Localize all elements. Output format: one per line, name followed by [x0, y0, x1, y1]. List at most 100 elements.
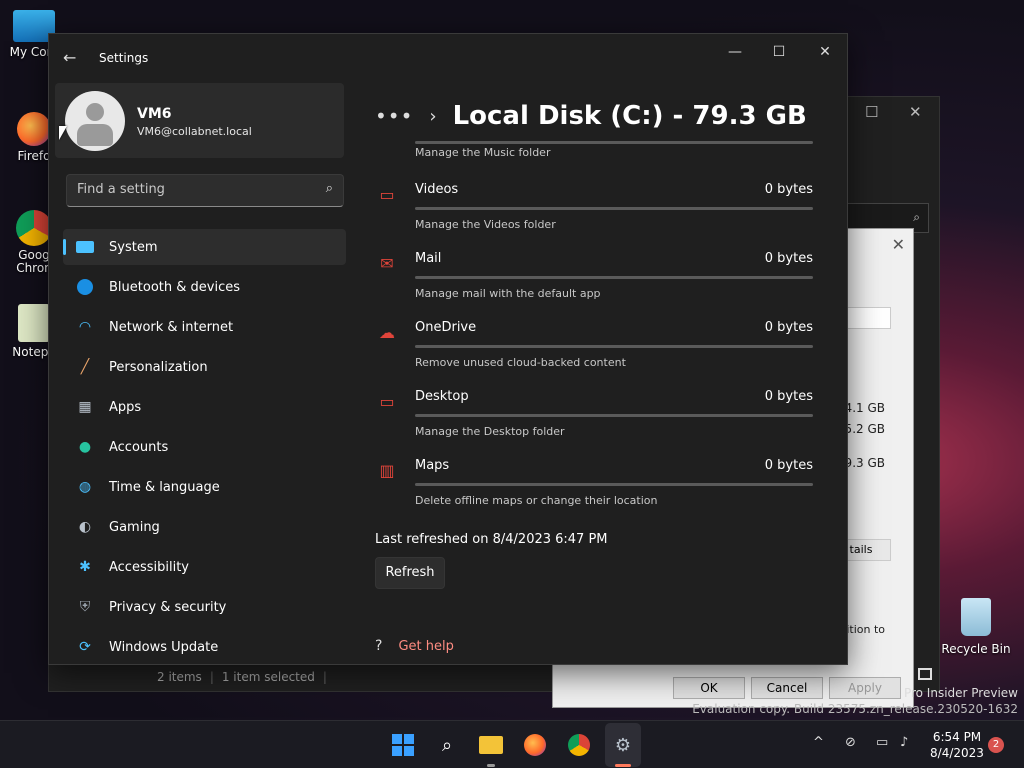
back-arrow-icon[interactable]: ←	[63, 48, 76, 67]
notepad-icon	[18, 304, 50, 342]
close-icon[interactable]: ✕	[815, 44, 835, 60]
person-icon: ●	[78, 439, 92, 455]
mouse-cursor	[59, 126, 67, 140]
apply-button[interactable]: Apply	[829, 677, 901, 699]
firefox-icon	[17, 112, 51, 146]
clock[interactable]: 6:54 PM 8/4/2023	[928, 729, 986, 761]
title-bar[interactable]: ← Settings — ☐ ✕	[49, 34, 847, 82]
close-icon[interactable]: ✕	[892, 235, 905, 254]
usage-bar	[415, 414, 813, 417]
profile-email: VM6@collabnet.local	[137, 125, 252, 138]
brush-icon: ╱	[80, 359, 90, 375]
status-items: 2 items	[157, 670, 202, 684]
explorer-status-bar: 2 items | 1 item selected |	[157, 670, 327, 684]
clock-date: 8/4/2023	[930, 746, 984, 760]
storage-category-list: ▭ Videos 0 bytes Manage the Videos folde…	[375, 178, 823, 523]
desktop-icon-recycle-bin[interactable]: Recycle Bin	[940, 598, 1012, 656]
chevron-up-icon[interactable]: ^	[813, 735, 824, 750]
chrome-icon[interactable]	[565, 731, 593, 759]
usage-bar	[415, 207, 813, 210]
sidebar-item-bluetooth[interactable]: Bluetooth & devices	[63, 269, 346, 305]
globe-clock-icon: ◍	[78, 479, 92, 495]
storage-category-onedrive[interactable]: ☁ OneDrive 0 bytes Remove unused cloud-b…	[375, 316, 823, 385]
chrome-icon	[16, 210, 52, 246]
storage-category-desktop[interactable]: ▭ Desktop 0 bytes Manage the Desktop fol…	[375, 385, 823, 454]
controller-icon: ◐	[78, 519, 92, 535]
profile-name: VM6	[137, 106, 172, 122]
search-icon[interactable]: ⌕	[433, 731, 461, 759]
ok-button[interactable]: OK	[673, 677, 745, 699]
last-refreshed-text: Last refreshed on 8/4/2023 6:47 PM	[375, 532, 608, 547]
profile-card[interactable]: VM6 VM6@collabnet.local	[55, 83, 344, 158]
cloud-icon: ☁	[379, 322, 395, 342]
status-selected: 1 item selected	[221, 670, 315, 684]
recycle-bin-icon	[961, 598, 991, 636]
watermark-line1: Pro Insider Preview	[903, 686, 1018, 700]
map-icon: ▥	[379, 460, 395, 480]
search-icon: ⌕	[325, 181, 333, 196]
sidebar-item-privacy-security[interactable]: ⛨ Privacy & security	[63, 589, 346, 625]
storage-category-mail[interactable]: ✉ Mail 0 bytes Manage mail with the defa…	[375, 247, 823, 316]
sidebar-item-gaming[interactable]: ◐ Gaming	[63, 509, 346, 545]
show-desktop-icon[interactable]	[918, 668, 932, 680]
breadcrumb-overflow-button[interactable]: •••	[375, 104, 413, 128]
sidebar-item-accessibility[interactable]: ✱ Accessibility	[63, 549, 346, 585]
app-title: Settings	[99, 51, 149, 65]
sidebar-item-apps[interactable]: ▦ Apps	[63, 389, 346, 425]
usage-bar	[415, 276, 813, 279]
file-explorer-icon[interactable]	[477, 731, 505, 759]
get-help-link[interactable]: ? Get help	[375, 638, 454, 654]
sidebar-item-windows-update[interactable]: ⟳ Windows Update	[63, 629, 346, 664]
wifi-icon: ◠	[78, 319, 92, 335]
main-content: ••• › Local Disk (C:) - 79.3 GB Manage t…	[375, 90, 823, 664]
page-title: Local Disk (C:) - 79.3 GB	[452, 101, 807, 131]
shield-icon: ⛨	[79, 599, 91, 615]
active-indicator	[615, 764, 631, 767]
accessibility-icon: ✱	[79, 559, 91, 575]
display-icon[interactable]: ▭	[876, 735, 888, 750]
watermark-line2: Evaluation copy. Build 23575.zn_release.…	[692, 702, 1018, 716]
chevron-right-icon: ›	[429, 105, 437, 127]
search-box[interactable]: ⌕	[66, 174, 344, 207]
avatar	[65, 91, 125, 151]
system-icon	[75, 237, 95, 257]
refresh-button[interactable]: Refresh	[375, 557, 445, 589]
maximize-icon[interactable]: ☐	[769, 44, 789, 60]
sidebar-nav: System Bluetooth & devices ◠ Network & i…	[63, 229, 346, 664]
cancel-button[interactable]: Cancel	[751, 677, 823, 699]
volume-icon[interactable]: ♪	[900, 735, 908, 750]
usage-bar	[415, 345, 813, 348]
close-icon[interactable]: ✕	[909, 103, 922, 121]
maximize-icon[interactable]: ☐	[865, 103, 878, 121]
video-icon: ▭	[379, 184, 395, 204]
update-icon: ⟳	[79, 639, 91, 655]
firefox-icon[interactable]	[521, 731, 549, 759]
start-icon[interactable]	[389, 731, 417, 759]
notification-badge[interactable]: 2	[988, 737, 1004, 753]
music-usage-bar	[415, 141, 813, 144]
sidebar-item-personalization[interactable]: ╱ Personalization	[63, 349, 346, 385]
storage-category-maps[interactable]: ▥ Maps 0 bytes Delete offline maps or ch…	[375, 454, 823, 523]
clock-time: 6:54 PM	[932, 730, 982, 744]
gear-icon[interactable]: ⚙	[609, 731, 637, 759]
sidebar-item-network[interactable]: ◠ Network & internet	[63, 309, 346, 345]
usage-bar	[415, 483, 813, 486]
storage-category-videos[interactable]: ▭ Videos 0 bytes Manage the Videos folde…	[375, 178, 823, 247]
minimize-icon[interactable]: —	[725, 44, 745, 60]
search-icon: ⌕	[913, 210, 920, 224]
running-indicator	[487, 764, 495, 767]
sidebar-item-system[interactable]: System	[63, 229, 346, 265]
settings-window: ← Settings — ☐ ✕ VM6 VM6@collabnet.local…	[48, 33, 848, 665]
help-icon: ?	[375, 638, 383, 654]
apps-icon: ▦	[78, 399, 92, 415]
music-description: Manage the Music folder	[415, 146, 551, 159]
search-input[interactable]	[77, 182, 307, 197]
mail-icon: ✉	[380, 253, 394, 273]
breadcrumb: ••• › Local Disk (C:) - 79.3 GB	[375, 96, 807, 136]
sidebar-item-time-language[interactable]: ◍ Time & language	[63, 469, 346, 505]
bluetooth-icon	[75, 277, 95, 297]
properties-text: ition to	[846, 623, 885, 636]
taskbar: ⌕ ⚙ ^ ⊘ ▭ ♪ 6:54 PM 8/4/2023 2	[0, 720, 1024, 768]
network-off-icon[interactable]: ⊘	[845, 735, 856, 750]
sidebar-item-accounts[interactable]: ● Accounts	[63, 429, 346, 465]
